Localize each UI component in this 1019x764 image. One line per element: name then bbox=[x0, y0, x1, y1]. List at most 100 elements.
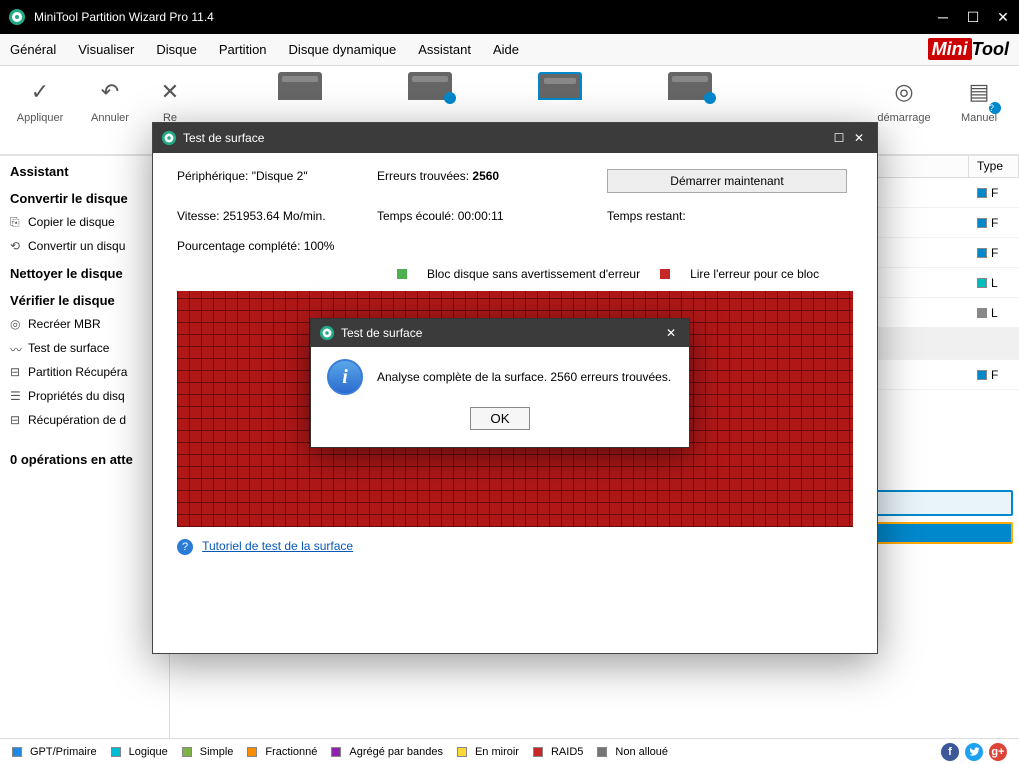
disk-tool-2[interactable] bbox=[370, 72, 490, 100]
menu-partition[interactable]: Partition bbox=[219, 42, 267, 57]
legend-color-icon bbox=[457, 747, 467, 757]
check-icon: ✓ bbox=[20, 72, 60, 112]
legend-label: RAID5 bbox=[551, 746, 583, 758]
errors-value: 2560 bbox=[472, 169, 499, 183]
disk-tool-4[interactable] bbox=[630, 72, 750, 100]
msg-dialog-title: Test de surface bbox=[341, 326, 661, 340]
legend-label: Logique bbox=[129, 746, 168, 758]
type-cell: L bbox=[969, 306, 1019, 320]
sidebar-item-partition-recovery[interactable]: ⊟Partition Récupéra bbox=[0, 360, 169, 384]
type-cell: F bbox=[969, 368, 1019, 382]
boot-button[interactable]: ◎démarrage bbox=[869, 72, 939, 124]
dialog-titlebar[interactable]: Test de surface ☐ ✕ bbox=[153, 123, 877, 153]
undo-icon: ↶ bbox=[90, 72, 130, 112]
legend-color-icon bbox=[182, 747, 192, 757]
dialog-title: Test de surface bbox=[183, 131, 829, 145]
apply-button[interactable]: ✓Appliquer bbox=[10, 72, 70, 124]
target-icon: ◎ bbox=[10, 317, 20, 331]
legend-item: Fractionné bbox=[247, 746, 317, 758]
legend-ok-label: Bloc disque sans avertissement d'erreur bbox=[427, 267, 640, 281]
color-square-icon bbox=[977, 188, 987, 198]
disk-icon bbox=[408, 72, 452, 100]
footer-legend: GPT/Primaire Logique Simple Fractionné Agrég… bbox=[0, 738, 1019, 764]
tutorial-link[interactable]: Tutoriel de test de la surface bbox=[202, 539, 353, 553]
dialog-maximize-button[interactable]: ☐ bbox=[829, 128, 849, 148]
legend-color-icon bbox=[111, 747, 121, 757]
properties-icon: ☰ bbox=[10, 389, 21, 403]
type-cell: L bbox=[969, 276, 1019, 290]
color-square-icon bbox=[977, 218, 987, 228]
type-cell: F bbox=[969, 246, 1019, 260]
ok-button[interactable]: OK bbox=[470, 407, 530, 430]
disk-tool-3[interactable] bbox=[500, 72, 620, 100]
disk-tool-1[interactable] bbox=[240, 72, 360, 100]
color-square-icon bbox=[977, 308, 987, 318]
msg-dialog-close-button[interactable]: ✕ bbox=[661, 323, 681, 343]
sidebar-item-surface-test[interactable]: 〰Test de surface bbox=[0, 336, 169, 360]
menubar: Général Visualiser Disque Partition Disq… bbox=[0, 34, 1019, 66]
sidebar-item-data-recovery[interactable]: ⊟Récupération de d bbox=[0, 408, 169, 432]
legend-color-icon bbox=[597, 747, 607, 757]
menu-visualiser[interactable]: Visualiser bbox=[78, 42, 134, 57]
close-button[interactable]: ✕ bbox=[995, 9, 1011, 25]
legend-label: Agrégé par bandes bbox=[349, 746, 443, 758]
legend-color-icon bbox=[533, 747, 543, 757]
device-label: Périphérique: bbox=[177, 169, 248, 183]
dialog-close-button[interactable]: ✕ bbox=[849, 128, 869, 148]
msg-dialog-titlebar[interactable]: Test de surface ✕ bbox=[311, 319, 689, 347]
recovery-icon: ⊟ bbox=[10, 413, 20, 427]
disk-icon bbox=[668, 72, 712, 100]
col-type[interactable]: Type bbox=[969, 156, 1019, 177]
app-logo-icon bbox=[319, 325, 335, 341]
undo-button[interactable]: ↶Annuler bbox=[80, 72, 140, 124]
legend-label: En miroir bbox=[475, 746, 519, 758]
menu-aide[interactable]: Aide bbox=[493, 42, 519, 57]
disk-icon bbox=[538, 72, 582, 100]
legend-color-icon bbox=[331, 747, 341, 757]
legend-item: En miroir bbox=[457, 746, 519, 758]
close-icon: ✕ bbox=[150, 72, 190, 112]
twitter-button[interactable] bbox=[965, 743, 983, 761]
maximize-button[interactable]: ☐ bbox=[965, 9, 981, 25]
legend-color-icon bbox=[12, 747, 22, 757]
sidebar-section-nettoyer: Nettoyer le disque bbox=[0, 258, 169, 285]
facebook-button[interactable]: f bbox=[941, 743, 959, 761]
drive-icon: ⊟ bbox=[10, 365, 20, 379]
color-square-icon bbox=[977, 278, 987, 288]
sidebar-item-disk-properties[interactable]: ☰Propriétés du disq bbox=[0, 384, 169, 408]
menu-assistant[interactable]: Assistant bbox=[418, 42, 471, 57]
manual-button[interactable]: ▤?Manuel bbox=[949, 72, 1009, 124]
legend-ok-icon bbox=[397, 269, 407, 279]
menu-disque[interactable]: Disque bbox=[156, 42, 196, 57]
legend-item: GPT/Primaire bbox=[12, 746, 97, 758]
copy-icon: ⎘ bbox=[10, 215, 20, 230]
menu-disque-dynamique[interactable]: Disque dynamique bbox=[289, 42, 397, 57]
legend-label: Fractionné bbox=[265, 746, 317, 758]
color-square-icon bbox=[977, 370, 987, 380]
start-now-button[interactable]: Démarrer maintenant bbox=[607, 169, 847, 193]
sidebar-section-assistant: Assistant bbox=[0, 156, 169, 183]
msg-dialog-message: Analyse complète de la surface. 2560 err… bbox=[377, 370, 671, 384]
sidebar-item-convert-disk[interactable]: ⟲Convertir un disqu bbox=[0, 234, 169, 258]
speed-value: 251953.64 Mo/min. bbox=[223, 209, 326, 223]
device-value: "Disque 2" bbox=[252, 169, 308, 183]
elapsed-value: 00:00:11 bbox=[458, 209, 504, 223]
sidebar-item-copy-disk[interactable]: ⎘Copier le disque bbox=[0, 210, 169, 234]
menu-general[interactable]: Général bbox=[10, 42, 56, 57]
window-title: MiniTool Partition Wizard Pro 11.4 bbox=[34, 10, 935, 24]
percent-label: Pourcentage complété: bbox=[177, 239, 300, 253]
brand-logo: MiniTool bbox=[928, 39, 1009, 60]
app-logo-icon bbox=[161, 130, 177, 146]
sidebar-item-recreate-mbr[interactable]: ◎Recréer MBR bbox=[0, 312, 169, 336]
help-icon: ? bbox=[177, 539, 193, 555]
type-cell: F bbox=[969, 216, 1019, 230]
googleplus-button[interactable]: g+ bbox=[989, 743, 1007, 761]
legend-item: Simple bbox=[182, 746, 234, 758]
minimize-button[interactable]: ─ bbox=[935, 9, 951, 25]
redo-button[interactable]: ✕Re bbox=[150, 72, 190, 124]
legend-color-icon bbox=[247, 747, 257, 757]
errors-label: Erreurs trouvées: bbox=[377, 169, 469, 183]
color-square-icon bbox=[977, 248, 987, 258]
legend-label: Simple bbox=[200, 746, 234, 758]
type-cell: F bbox=[969, 186, 1019, 200]
